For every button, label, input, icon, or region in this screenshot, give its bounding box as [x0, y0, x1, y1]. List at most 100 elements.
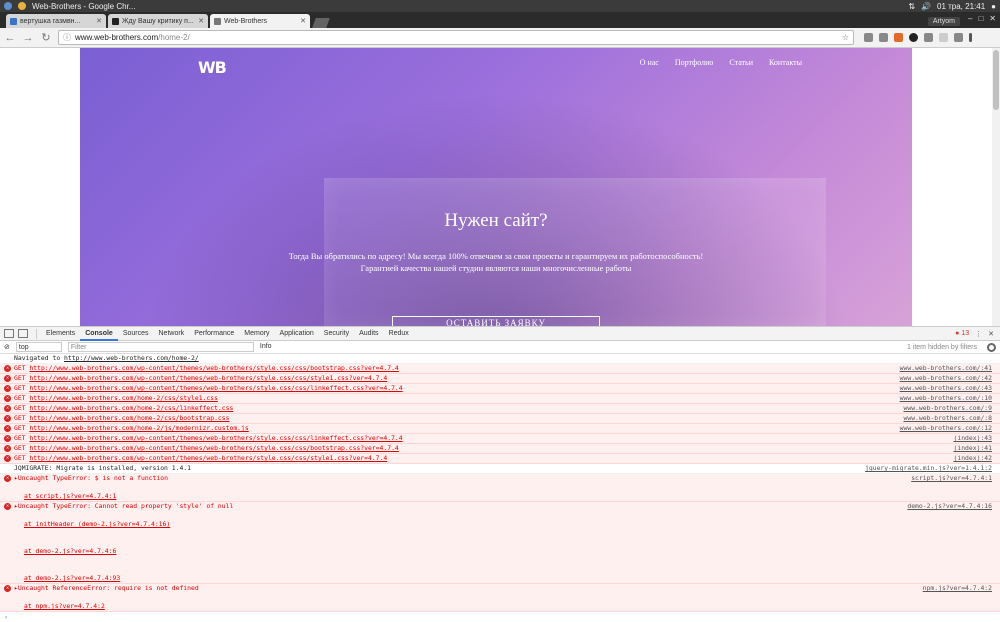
stack-frame[interactable]: at initHeader (demo-2.js?ver=4.7.4:16)	[14, 520, 899, 529]
nav-articles[interactable]: Статьи	[729, 58, 753, 67]
forward-icon[interactable]: →	[22, 32, 34, 44]
volume-icon[interactable]: 🔊	[921, 2, 931, 11]
error-source[interactable]: demo-2.js?ver=4.7.4:16	[907, 502, 992, 511]
error-source[interactable]: npm.js?ver=4.7.4:2	[923, 584, 992, 593]
extension-icon[interactable]	[924, 33, 933, 42]
error-count-badge[interactable]: ● 13	[955, 330, 969, 337]
settings-gear-icon[interactable]	[987, 342, 996, 352]
tab-security[interactable]: Security	[319, 327, 354, 341]
resource-url[interactable]: http://www.web-brothers.com/wp-content/t…	[29, 364, 398, 372]
tab-console[interactable]: Console	[80, 327, 118, 341]
console-prompt[interactable]: ›	[0, 612, 1000, 622]
tab-network[interactable]: Network	[154, 327, 190, 341]
menu-icon[interactable]	[969, 33, 972, 42]
devtools-actions: ● 13 ⋮ ✕	[955, 330, 1000, 338]
network-icon[interactable]: ⇅	[908, 2, 915, 11]
level-select[interactable]: Info	[260, 342, 302, 352]
minimize-icon[interactable]: –	[968, 14, 972, 23]
bookmark-star-icon[interactable]: ☆	[842, 33, 849, 42]
stack-frame[interactable]: at demo-2.js?ver=4.7.4:93	[14, 574, 899, 583]
resource-source[interactable]: www.web-brothers.com/:9	[904, 404, 993, 413]
resource-url[interactable]: http://www.web-brothers.com/wp-content/t…	[29, 444, 398, 452]
device-toolbar-icon[interactable]	[18, 329, 28, 338]
tab-elements[interactable]: Elements	[41, 327, 80, 341]
resource-url[interactable]: http://www.web-brothers.com/wp-content/t…	[29, 374, 387, 382]
stack-frame[interactable]: at script.js?ver=4.7.4:1	[14, 492, 903, 501]
tab-1[interactable]: вертушка газмвн... ✕	[6, 14, 106, 28]
reload-icon[interactable]: ↻	[40, 31, 52, 44]
url-host: www.web-brothers.com	[75, 33, 159, 42]
resource-source[interactable]: (index):41	[954, 444, 992, 453]
leave-request-button[interactable]: ОСТАВИТЬ ЗАЯВКУ	[392, 316, 600, 326]
extension-icon[interactable]	[879, 33, 888, 42]
error-message[interactable]: Uncaught ReferenceError: require is not …	[18, 584, 199, 592]
nav-portfolio[interactable]: Портфолио	[675, 58, 714, 67]
close-tab-icon[interactable]: ✕	[198, 17, 204, 25]
close-tab-icon[interactable]: ✕	[96, 17, 102, 25]
tab-favicon-icon	[214, 17, 221, 25]
tab-redux[interactable]: Redux	[384, 327, 414, 341]
context-select[interactable]: top	[15, 342, 62, 352]
error-count: 13	[961, 330, 970, 337]
inspect-icon[interactable]	[4, 329, 14, 338]
filter-input[interactable]: Filter	[67, 342, 254, 352]
tab-3-active[interactable]: Web-Brothers ✕	[210, 14, 310, 28]
page-scrollbar[interactable]	[992, 48, 1000, 326]
close-tab-icon[interactable]: ✕	[300, 17, 306, 25]
tab-2[interactable]: Жду Вашу критику п... ✕	[108, 14, 208, 28]
close-devtools-icon[interactable]: ✕	[988, 330, 994, 338]
site-logo[interactable]: WB	[198, 58, 230, 77]
tab-performance[interactable]: Performance	[189, 327, 239, 341]
resource-url[interactable]: http://www.web-brothers.com/home-2/css/b…	[29, 414, 229, 422]
close-window-icon[interactable]: ✕	[989, 14, 996, 23]
extension-icon[interactable]	[894, 33, 903, 42]
tab-application[interactable]: Application	[275, 327, 319, 341]
clear-console-icon[interactable]: ⊘	[4, 343, 10, 351]
new-tab-button[interactable]	[312, 18, 330, 28]
resource-source[interactable]: www.web-brothers.com/:12	[900, 424, 992, 433]
console-row-error: ✕ ▸Uncaught TypeError: Cannot read prope…	[0, 502, 1000, 584]
resource-source[interactable]: www.web-brothers.com/:42	[900, 374, 992, 383]
resource-source[interactable]: www.web-brothers.com/:10	[900, 394, 992, 403]
app-menu-icon[interactable]	[4, 2, 12, 10]
console-row-get-error: ✕ GET http://www.web-brothers.com/wp-cont…	[0, 374, 1000, 384]
resource-source[interactable]: www.web-brothers.com/:8	[904, 414, 993, 423]
stack-frame[interactable]: at demo-2.js?ver=4.7.4:6	[14, 547, 899, 556]
scrollbar-thumb[interactable]	[993, 50, 999, 110]
nav-contacts[interactable]: Контакты	[769, 58, 802, 67]
maximize-icon[interactable]: □	[978, 14, 983, 23]
resource-url[interactable]: http://www.web-brothers.com/wp-content/t…	[29, 384, 402, 392]
tab-sources[interactable]: Sources	[118, 327, 154, 341]
resource-url[interactable]: http://www.web-brothers.com/wp-content/t…	[29, 434, 402, 442]
get-label: GET	[14, 454, 26, 462]
extension-icon[interactable]	[954, 33, 963, 42]
error-message[interactable]: Uncaught TypeError: Cannot read property…	[18, 502, 233, 510]
error-source[interactable]: script.js?ver=4.7.4:1	[911, 474, 992, 483]
jqmigrate-source[interactable]: jquery-migrate.min.js?ver=1.4.1:2	[865, 464, 992, 473]
stack-frame[interactable]: at npm.js?ver=4.7.4:2	[14, 602, 915, 611]
extension-icon[interactable]	[939, 33, 948, 42]
error-message[interactable]: Uncaught TypeError: $ is not a function	[18, 474, 168, 482]
resource-source[interactable]: www.web-brothers.com/:41	[900, 364, 992, 373]
extension-icon[interactable]	[909, 33, 918, 42]
resource-url[interactable]: http://www.web-brothers.com/home-2/css/l…	[29, 404, 233, 412]
resource-source[interactable]: (index):42	[954, 454, 992, 463]
more-options-icon[interactable]: ⋮	[975, 330, 982, 338]
page-info-icon[interactable]: ⓘ	[63, 32, 71, 43]
extension-icon[interactable]	[864, 33, 873, 42]
navigated-url[interactable]: http://www.web-brothers.com/home-2/	[64, 354, 199, 362]
resource-source[interactable]: (index):43	[954, 434, 992, 443]
resource-url[interactable]: http://www.web-brothers.com/home-2/js/mo…	[29, 424, 248, 432]
profile-button[interactable]: Artyom	[927, 17, 960, 26]
error-icon: ✕	[4, 375, 11, 382]
resource-source[interactable]: www.web-brothers.com/:43	[900, 384, 992, 393]
hidden-items-note: 1 item hidden by filters	[906, 343, 977, 351]
tab-memory[interactable]: Memory	[239, 327, 274, 341]
back-icon[interactable]: ←	[4, 32, 16, 44]
user-icon[interactable]: ●	[991, 2, 996, 11]
resource-url[interactable]: http://www.web-brothers.com/wp-content/t…	[29, 454, 387, 462]
tab-audits[interactable]: Audits	[354, 327, 383, 341]
nav-about[interactable]: О нас	[640, 58, 659, 67]
resource-url[interactable]: http://www.web-brothers.com/home-2/css/s…	[29, 394, 218, 402]
address-bar[interactable]: ⓘ www.web-brothers.com/home-2/ ☆	[58, 30, 854, 45]
